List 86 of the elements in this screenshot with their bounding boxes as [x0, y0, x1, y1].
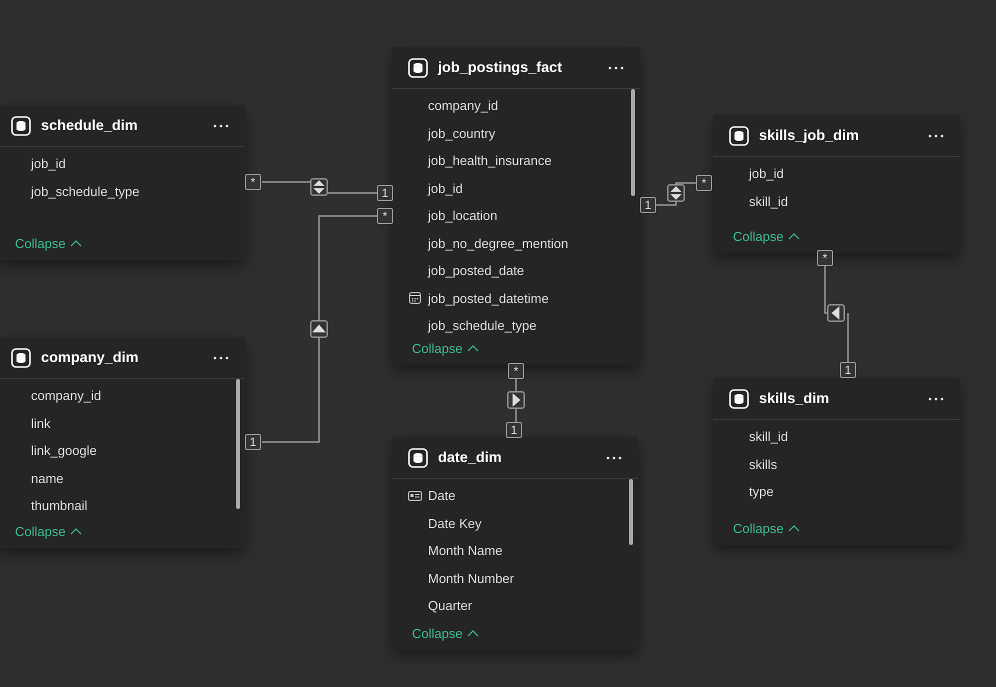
- calendar-icon: [408, 292, 422, 304]
- cardinality-label: 1: [245, 434, 261, 450]
- filter-direction-icon: [507, 391, 525, 409]
- database-icon: [729, 126, 749, 146]
- scrollbar-thumb[interactable]: [631, 89, 635, 196]
- scrollbar-thumb[interactable]: [629, 479, 633, 545]
- collapse-link[interactable]: Collapse: [733, 229, 800, 244]
- field-name[interactable]: Month Name: [428, 543, 502, 558]
- cardinality-label: *: [696, 175, 712, 191]
- table-title: schedule_dim: [41, 118, 139, 134]
- database-icon: [11, 116, 31, 136]
- field-name[interactable]: job_country: [428, 126, 496, 141]
- collapse-link[interactable]: Collapse: [412, 626, 479, 641]
- table-title: job_postings_fact: [438, 60, 564, 76]
- field-name[interactable]: job_posted_date: [428, 263, 524, 278]
- field-name[interactable]: thumbnail: [31, 498, 88, 514]
- relationship-line[interactable]: [656, 182, 696, 206]
- field-name[interactable]: Month Number: [428, 570, 514, 586]
- filter-direction-icon: [667, 184, 685, 202]
- relationship-line[interactable]: [824, 265, 849, 363]
- more-options-icon[interactable]: [213, 124, 229, 128]
- collapse-link[interactable]: Collapse: [15, 236, 82, 251]
- field-name[interactable]: job_schedule_type: [428, 318, 536, 334]
- relationship-line[interactable]: [261, 181, 378, 194]
- field-name[interactable]: Date Key: [428, 516, 482, 531]
- database-icon: [408, 448, 428, 468]
- field-name[interactable]: link: [31, 416, 51, 431]
- scrollbar-thumb[interactable]: [236, 379, 240, 509]
- cardinality-label: 1: [840, 362, 856, 378]
- cardinality-label: 1: [640, 197, 656, 213]
- caret-icon: [70, 528, 82, 535]
- cardinality-label: *: [245, 174, 261, 190]
- field-name[interactable]: skills: [749, 456, 778, 472]
- cardinality-label: 1: [377, 185, 393, 201]
- field-name[interactable]: company_id: [428, 98, 498, 114]
- field-name[interactable]: job_id: [749, 166, 784, 182]
- filter-direction-icon: [310, 320, 328, 338]
- field-name[interactable]: Date: [428, 488, 456, 504]
- table-card[interactable]: skills_job_dim job_id skill_id Collapse: [713, 115, 960, 253]
- field-name[interactable]: job_no_degree_mention: [428, 236, 568, 251]
- database-icon: [729, 388, 749, 408]
- database-icon: [11, 348, 31, 368]
- field-name[interactable]: job_health_insurance: [428, 153, 552, 168]
- id-card-icon: [408, 490, 422, 501]
- more-options-icon[interactable]: [213, 356, 229, 360]
- table-card[interactable]: schedule_dim job_id job_schedule_type Collapse: [0, 105, 245, 260]
- filter-direction-icon: [310, 178, 328, 196]
- database-icon: [408, 58, 428, 78]
- table-card[interactable]: date_dim Date Date Key Month Name Month Number Quarter Collapse: [392, 437, 638, 650]
- more-options-icon[interactable]: [608, 66, 624, 70]
- cardinality-label: *: [377, 208, 393, 224]
- table-title: skills_job_dim: [759, 128, 860, 144]
- field-name[interactable]: job_id: [31, 156, 66, 172]
- field-name[interactable]: Quarter: [428, 598, 472, 614]
- field-name[interactable]: job_id: [428, 180, 463, 196]
- field-name[interactable]: job_schedule_type: [31, 184, 140, 199]
- collapse-link[interactable]: Collapse: [412, 341, 479, 356]
- collapse-link[interactable]: Collapse: [15, 524, 82, 539]
- table-card[interactable]: job_postings_fact company_id job_country job_health_insurance job_id job_location job_no_degree_mention job_posted_date job_posted_datetime job_schedule_type Collapse: [392, 47, 640, 365]
- more-options-icon[interactable]: [928, 134, 944, 138]
- table-title: skills_dim: [759, 390, 830, 406]
- field-name[interactable]: skill_id: [749, 429, 788, 444]
- collapse-link[interactable]: Collapse: [733, 521, 800, 536]
- field-name[interactable]: job_location: [428, 208, 498, 224]
- field-name[interactable]: job_posted_datetime: [428, 290, 549, 306]
- cardinality-label: *: [817, 250, 833, 266]
- table-card[interactable]: company_dim company_id link link_google name thumbnail Collapse: [0, 337, 245, 548]
- caret-icon: [466, 345, 479, 352]
- field-name[interactable]: company_id: [31, 388, 102, 404]
- field-name[interactable]: type: [749, 484, 774, 500]
- field-name[interactable]: link_google: [31, 443, 97, 458]
- field-name[interactable]: name: [31, 470, 64, 486]
- relationship-line[interactable]: [515, 379, 517, 422]
- caret-icon: [788, 525, 800, 532]
- table-title: company_dim: [41, 350, 140, 366]
- filter-direction-icon: [827, 304, 845, 322]
- more-options-icon[interactable]: [928, 396, 944, 400]
- table-card[interactable]: skills_dim skill_id skills type Collapse: [713, 378, 960, 545]
- table-title: date_dim: [438, 450, 503, 466]
- more-options-icon[interactable]: [606, 456, 622, 460]
- caret-icon: [466, 630, 479, 637]
- cardinality-label: *: [508, 363, 524, 379]
- cardinality-label: 1: [506, 422, 522, 438]
- field-name[interactable]: skill_id: [749, 194, 788, 209]
- caret-icon: [70, 240, 82, 247]
- caret-icon: [788, 233, 800, 240]
